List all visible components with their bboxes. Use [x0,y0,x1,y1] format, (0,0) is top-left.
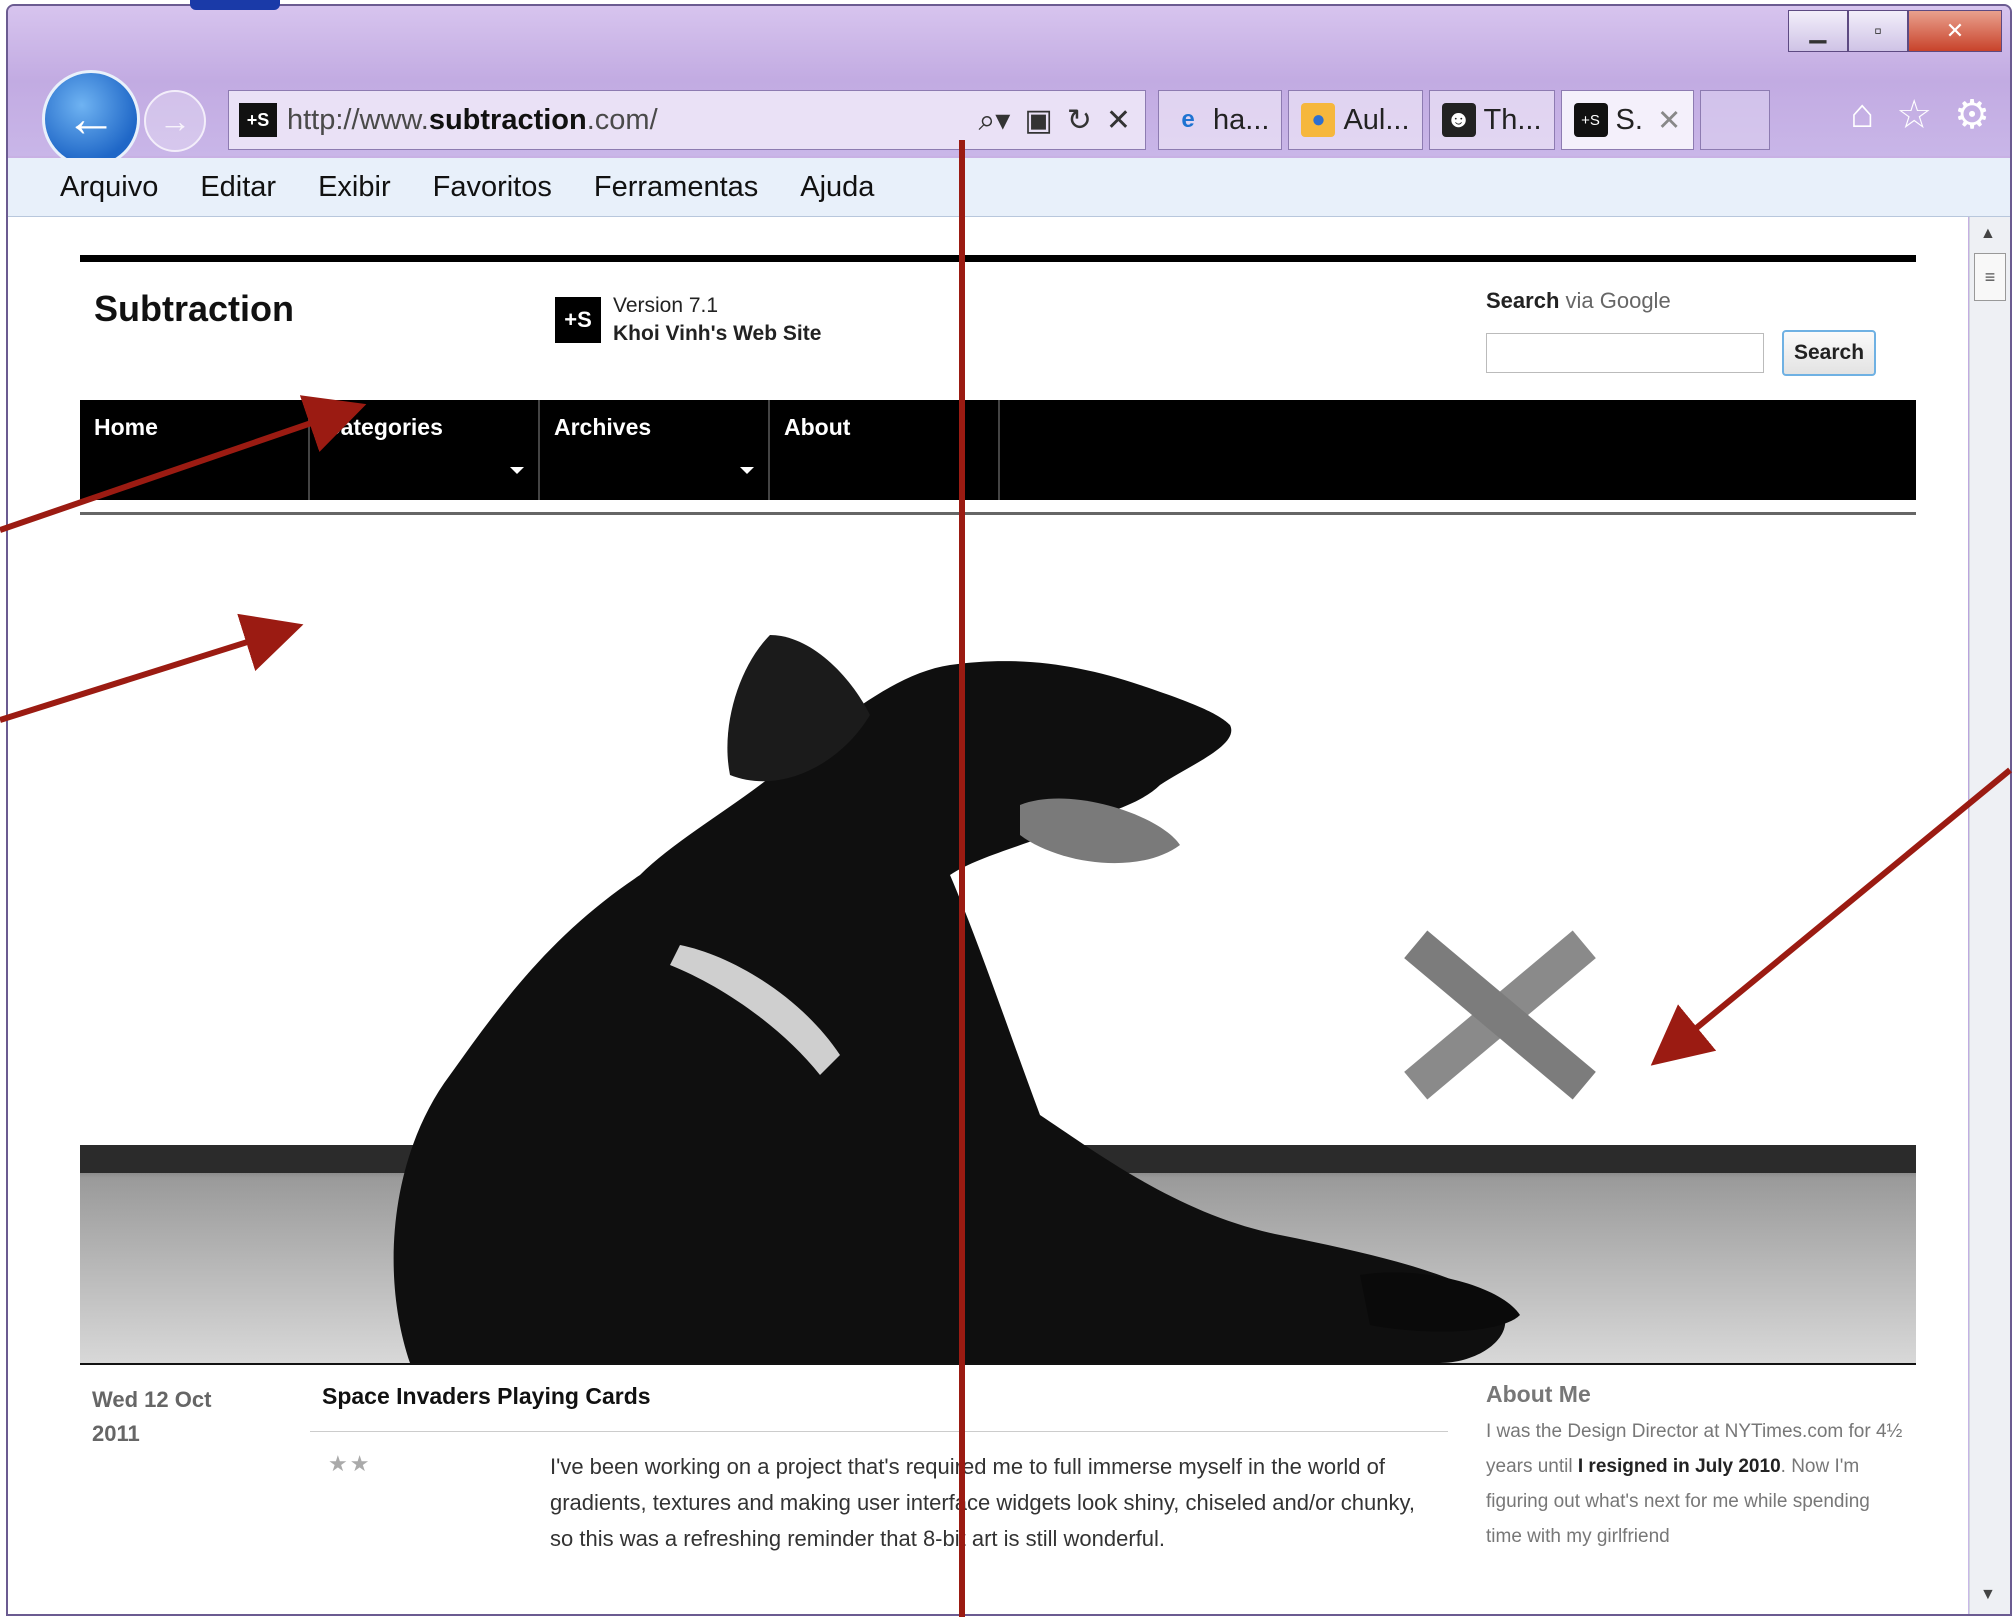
site-favicon-icon: +S [239,103,277,137]
scroll-thumb[interactable]: ≡ [1974,253,2006,301]
address-url[interactable]: http://www.subtraction.com/ [287,104,979,137]
vertical-scrollbar[interactable]: ▲ ≡ ▼ [1969,217,2010,1614]
browser-window: ▁ ▫ ✕ ← → +S http://www.subtraction.com/… [6,4,2012,1616]
ie-icon: e [1181,106,1195,133]
post-area: Wed 12 Oct 2011 Space Invaders Playing C… [80,1365,1916,1614]
nav-home[interactable]: Home [80,400,310,500]
tab-1[interactable]: e ha... [1158,90,1283,150]
nav-categories[interactable]: Categories [310,400,540,500]
compatibility-view-icon[interactable]: ▣ [1024,103,1052,138]
address-bar[interactable]: +S http://www.subtraction.com/ ⌕▾ ▣ ↻ ✕ [228,90,1146,150]
about-me-title: About Me [1486,1381,1591,1407]
menu-bar: Arquivo Editar Exibir Favoritos Ferramen… [8,158,2010,217]
subtraction-logo-icon: +S [555,297,601,343]
dropdown-caret-icon [740,467,754,474]
stop-icon[interactable]: ✕ [1106,103,1131,138]
page-viewport: Subtraction +S Version 7.1 Khoi Vinh's W… [8,217,1968,1614]
tab-4-active[interactable]: +S S. ✕ [1560,90,1695,150]
tab-2[interactable]: ● Aul... [1288,90,1423,150]
mask-icon: ☻ [1441,103,1476,137]
nav-archives[interactable]: Archives [540,400,770,500]
close-window-button[interactable]: ✕ [1908,10,2002,52]
nav-about[interactable]: About [770,400,1000,500]
masthead: Subtraction +S Version 7.1 Khoi Vinh's W… [80,262,1916,400]
post-separator [310,1431,1448,1432]
version-label: Version 7.1 [613,294,719,317]
post-body: I've been working on a project that's re… [550,1454,1415,1551]
about-me-sidebar: About Me I was the Design Director at NY… [1486,1381,1906,1554]
hero-image [80,515,1916,1363]
new-tab-button[interactable] [1700,90,1771,150]
post-rating: ★★ [328,1451,372,1476]
menu-arquivo[interactable]: Arquivo [60,171,158,204]
menu-ajuda[interactable]: Ajuda [800,171,874,204]
annotation-top-mark [190,0,280,10]
scroll-up-icon[interactable]: ▲ [1980,225,1996,243]
people-icon: ● [1301,103,1336,137]
about-me-text: I was the Design Director at NYTimes.com… [1486,1421,1903,1547]
dropdown-caret-icon [510,467,524,474]
search-dropdown-icon[interactable]: ⌕▾ [979,103,1011,138]
arrow-right-icon: → [159,102,191,139]
menu-editar[interactable]: Editar [200,171,276,204]
search-button[interactable]: Search [1782,330,1877,376]
post-title[interactable]: Space Invaders Playing Cards [322,1383,651,1410]
subtraction-website: Subtraction +S Version 7.1 Khoi Vinh's W… [80,255,1916,1614]
tab-3[interactable]: ☻ Th... [1428,90,1555,150]
site-navbar: Home Categories Archives About [80,400,1916,500]
back-button[interactable]: ← [42,70,140,168]
menu-favoritos[interactable]: Favoritos [433,171,552,204]
scroll-down-icon[interactable]: ▼ [1980,1586,1996,1604]
subtraction-site-icon: +S [1573,103,1608,137]
tab-strip: e ha... ● Aul... ☻ Th... +S S. ✕ [1158,90,1771,150]
version-block: +S Version 7.1 Khoi Vinh's Web Site [555,292,821,348]
maximize-button[interactable]: ▫ [1848,10,1908,52]
menu-exibir[interactable]: Exibir [318,171,391,204]
arrow-left-icon: ← [65,90,117,148]
gear-icon[interactable]: ⚙ [1954,92,1990,138]
post-date: Wed 12 Oct 2011 [92,1387,212,1446]
site-logo[interactable]: Subtraction [94,288,294,330]
site-tagline: Khoi Vinh's Web Site [613,322,822,345]
search-input[interactable] [1486,333,1764,373]
minimize-button[interactable]: ▁ [1788,10,1848,52]
home-icon[interactable]: ⌂ [1850,92,1874,138]
favorites-star-icon[interactable]: ☆ [1896,92,1932,138]
close-tab-icon[interactable]: ✕ [1657,103,1681,138]
forward-button[interactable]: → [144,90,206,152]
black-dog-photo [80,515,1916,1363]
top-rule [80,255,1916,262]
search-label: Search via Google [1486,288,1671,313]
refresh-icon[interactable]: ↻ [1067,103,1092,138]
window-controls: ▁ ▫ ✕ [1788,10,2002,52]
search-block: Search via Google Search [1486,288,1877,376]
menu-ferramentas[interactable]: Ferramentas [594,171,758,204]
